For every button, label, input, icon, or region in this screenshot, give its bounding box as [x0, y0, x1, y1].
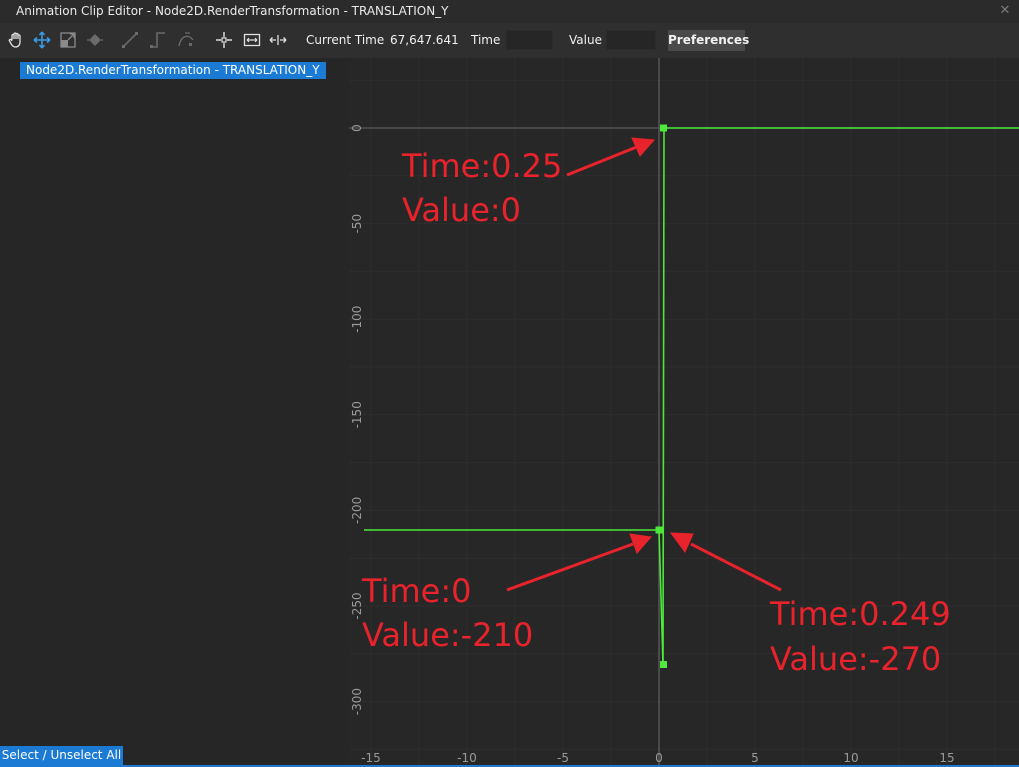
- window-title: Animation Clip Editor - Node2D.RenderTra…: [16, 4, 449, 18]
- fit-horizontal-icon[interactable]: [269, 31, 287, 49]
- track-item-translation-y[interactable]: Node2D.RenderTransformation - TRANSLATIO…: [20, 62, 326, 79]
- x-tick-label: -5: [557, 751, 569, 765]
- fit-view-icon[interactable]: [243, 31, 261, 49]
- close-icon[interactable]: ✕: [997, 3, 1013, 19]
- y-tick-label: -100: [350, 306, 364, 333]
- annotation-text: Value:-270: [770, 640, 941, 678]
- track-list-panel: Node2D.RenderTransformation - TRANSLATIO…: [0, 58, 349, 767]
- y-tick-label: -50: [350, 214, 364, 234]
- keyframe-handle[interactable]: [655, 526, 663, 534]
- curve-graph-area[interactable]: 0 -50 -100 -150 -200 -250 -300 -15 -10 -5 0 5 10 15 …: [349, 58, 1019, 767]
- x-tick-label: 15: [939, 751, 954, 765]
- x-tick-label: 5: [751, 751, 759, 765]
- annotation-text: Time:0.25: [401, 147, 562, 185]
- value-label: Value: [569, 33, 602, 47]
- select-unselect-all-button[interactable]: Select / Unselect All: [0, 746, 123, 765]
- time-label: Time: [471, 33, 501, 47]
- x-tick-label: -15: [361, 751, 381, 765]
- bezier-tangent-icon[interactable]: [177, 31, 195, 49]
- step-tangent-icon[interactable]: [149, 31, 167, 49]
- annotation-text: Value:-210: [362, 616, 533, 654]
- preferences-button[interactable]: Preferences: [668, 30, 749, 51]
- move-arrows-icon[interactable]: [33, 31, 51, 49]
- window-titlebar: Animation Clip Editor - Node2D.RenderTra…: [0, 0, 1019, 23]
- linear-tangent-icon[interactable]: [121, 31, 139, 49]
- annotation-arrows: [506, 137, 782, 592]
- keyframe-handle[interactable]: [660, 124, 667, 132]
- annotation-text: Value:0: [402, 191, 521, 229]
- annotation-text: Time:0.249: [769, 595, 951, 633]
- center-view-icon[interactable]: [215, 31, 233, 49]
- time-field[interactable]: [506, 30, 553, 50]
- y-tick-label: -150: [350, 401, 364, 428]
- toolbar: Current Time 67,647.641 Time Value Prefe…: [0, 23, 1019, 58]
- keyframe-diamond-icon[interactable]: [86, 31, 104, 49]
- x-tick-label: -10: [457, 751, 477, 765]
- hand-pan-icon[interactable]: [7, 31, 25, 49]
- y-tick-label: 0: [350, 124, 364, 132]
- scale-box-icon[interactable]: [59, 31, 77, 49]
- keyframe-handle[interactable]: [660, 661, 667, 668]
- current-time-label: Current Time: [306, 33, 385, 47]
- value-field[interactable]: [606, 30, 656, 50]
- current-time-value: 67,647.641: [390, 33, 459, 47]
- x-tick-label: 10: [843, 751, 858, 765]
- annotation-text: Time:0: [361, 572, 471, 610]
- y-tick-label: -200: [350, 497, 364, 524]
- x-axis-ticks: -15 -10 -5 0 5 10 15: [361, 751, 954, 765]
- y-tick-label: -300: [350, 688, 364, 715]
- x-tick-label: 0: [655, 751, 663, 765]
